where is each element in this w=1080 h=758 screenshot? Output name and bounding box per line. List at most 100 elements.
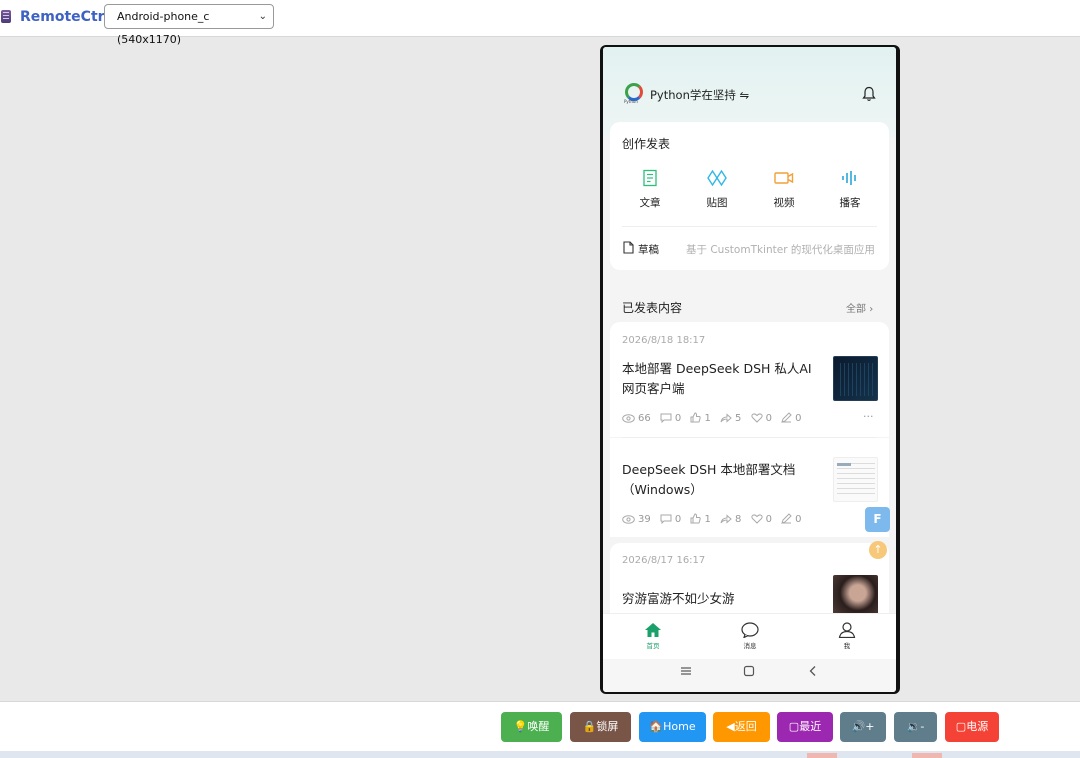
- tool-podcast-label: 播客: [839, 197, 861, 209]
- favorites-count: 0: [765, 514, 772, 525]
- published-title: 已发表内容: [622, 301, 683, 315]
- edits-stat: 0: [781, 513, 802, 525]
- bell-icon[interactable]: [862, 86, 876, 102]
- control-bar: 💡唤醒 🔒锁屏 🏠Home ◀返回 ▢最近 🔊+ 🔉- ▢电源: [0, 701, 1080, 751]
- shares-count: 5: [735, 413, 742, 424]
- pencil-icon: [781, 412, 792, 423]
- draft-file-icon: [623, 241, 634, 254]
- phone-frame: Python Python学在坚持 ⇋ 创作发表 文章 贴图 视频 播客 草稿 …: [600, 45, 900, 694]
- post-list: 2026/8/18 18:17 本地部署 DeepSeek DSH 私人AI网页…: [610, 322, 889, 622]
- view-all-label: 全部: [846, 304, 866, 315]
- eye-icon: [622, 515, 635, 524]
- profile-icon: [838, 622, 856, 638]
- window-edge-strip: [0, 751, 1080, 758]
- pencil-icon: [781, 513, 792, 524]
- tool-article-label: 文章: [639, 197, 661, 209]
- edits-count: 0: [795, 514, 802, 525]
- post-title: 穷游富游不如少女游: [622, 591, 735, 606]
- post-thumbnail: [833, 356, 878, 401]
- tool-video[interactable]: 视频: [759, 169, 809, 210]
- menu-icon[interactable]: [680, 665, 692, 677]
- comment-icon: [660, 413, 672, 424]
- power-button[interactable]: ▢电源: [945, 712, 999, 742]
- heart-icon: [750, 514, 763, 524]
- volume-down-button[interactable]: 🔉-: [894, 712, 937, 742]
- tab-profile[interactable]: 我: [827, 622, 867, 650]
- favorites-stat: 0: [750, 413, 772, 424]
- post-item[interactable]: DeepSeek DSH 本地部署文档（Windows） 39 0 1 8 0 …: [610, 438, 889, 537]
- wake-button[interactable]: 💡唤醒: [501, 712, 562, 742]
- post-stats: 66 0 1 5 0 0: [622, 412, 808, 424]
- tool-article[interactable]: 文章: [625, 169, 675, 210]
- share-icon: [720, 514, 732, 524]
- post-date: 2026/8/18 18:17: [622, 335, 706, 346]
- tab-messages[interactable]: 消息: [730, 622, 770, 650]
- likes-stat: 1: [690, 513, 711, 525]
- tab-profile-label: 我: [843, 642, 851, 650]
- phone-screen[interactable]: Python Python学在坚持 ⇋ 创作发表 文章 贴图 视频 播客 草稿 …: [603, 47, 896, 692]
- post-item[interactable]: 2026/8/17 16:17 穷游富游不如少女游: [610, 543, 889, 620]
- eye-icon: [622, 414, 635, 423]
- likes-stat: 1: [690, 412, 711, 424]
- more-options-icon[interactable]: ···: [863, 410, 874, 423]
- shares-stat: 5: [720, 413, 741, 424]
- shares-stat: 8: [720, 514, 741, 525]
- account-switcher[interactable]: Python学在坚持 ⇋: [650, 87, 749, 103]
- draft-preview[interactable]: 基于 CustomTkinter 的现代化桌面应用: [686, 242, 879, 257]
- tool-image-post-label: 贴图: [706, 197, 728, 209]
- favorites-count: 0: [765, 413, 772, 424]
- floating-f-button[interactable]: F: [865, 507, 890, 532]
- comment-icon: [660, 514, 672, 525]
- edits-stat: 0: [781, 412, 802, 424]
- comments-count: 0: [674, 514, 682, 525]
- recents-button[interactable]: ▢最近: [777, 712, 833, 742]
- tool-video-label: 视频: [773, 197, 795, 209]
- views-stat: 39: [622, 514, 651, 525]
- lock-screen-button[interactable]: 🔒锁屏: [570, 712, 631, 742]
- comments-stat: 0: [660, 413, 681, 424]
- logo-text: Python: [624, 99, 638, 104]
- create-title: 创作发表: [622, 137, 671, 151]
- device-select[interactable]: Android-phone_c (540x1170) ⌄: [104, 4, 274, 46]
- heart-icon: [750, 413, 763, 423]
- video-icon: [774, 172, 794, 184]
- draft-button[interactable]: 草稿: [638, 242, 659, 257]
- volume-up-button[interactable]: 🔊+: [840, 712, 886, 742]
- post-title: DeepSeek DSH 本地部署文档（Windows）: [622, 462, 796, 497]
- tool-podcast[interactable]: 播客: [825, 169, 875, 210]
- message-icon: [741, 622, 759, 638]
- chevron-right-icon: ›: [869, 304, 874, 315]
- android-nav-bar: [603, 659, 896, 692]
- create-card: 创作发表 文章 贴图 视频 播客 草稿 基于 CustomTkinter 的现代…: [610, 122, 889, 270]
- back-button[interactable]: ◀返回: [713, 712, 770, 742]
- likes-count: 1: [704, 413, 711, 424]
- thumbs-up-icon: [690, 513, 702, 524]
- likes-count: 1: [704, 514, 711, 525]
- post-thumbnail: [833, 457, 878, 502]
- divider: [622, 226, 877, 227]
- home-square-icon[interactable]: [743, 665, 755, 677]
- views-stat: 66: [622, 413, 651, 424]
- comments-count: 0: [674, 413, 682, 424]
- post-title: 本地部署 DeepSeek DSH 私人AI网页客户端: [622, 361, 812, 396]
- podcast-icon: [842, 171, 856, 185]
- thumbs-up-icon: [690, 412, 702, 423]
- home-button[interactable]: 🏠Home: [639, 712, 706, 742]
- tab-home-label: 首页: [646, 642, 660, 650]
- shares-count: 8: [735, 514, 742, 525]
- tab-home[interactable]: 首页: [633, 622, 673, 650]
- views-count: 66: [638, 413, 651, 424]
- view-all-link[interactable]: 全部 ›: [846, 300, 873, 315]
- comments-stat: 0: [660, 514, 681, 525]
- back-chevron-icon[interactable]: [807, 665, 819, 677]
- home-icon: [645, 623, 661, 637]
- tab-messages-label: 消息: [743, 642, 757, 650]
- post-item[interactable]: 2026/8/18 18:17 本地部署 DeepSeek DSH 私人AI网页…: [610, 322, 889, 437]
- post-stats: 39 0 1 8 0 0: [622, 513, 808, 525]
- chevron-down-icon: ⌄: [258, 11, 267, 22]
- article-icon: [643, 169, 657, 187]
- tool-image-post[interactable]: 贴图: [692, 169, 742, 210]
- scroll-top-button[interactable]: ↑: [869, 541, 887, 559]
- app-icon: [1, 10, 11, 23]
- bottom-tab-bar: 首页 消息 我: [603, 613, 896, 659]
